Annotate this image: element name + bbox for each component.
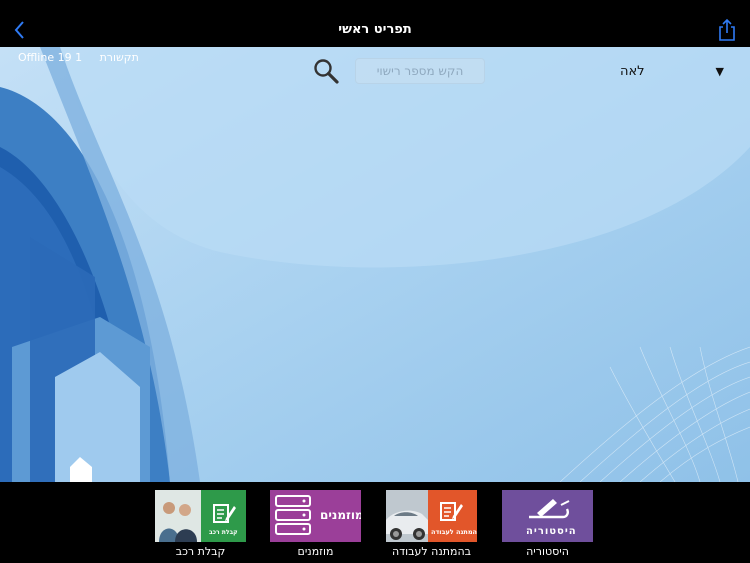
offline-status: Offline 19 1	[18, 51, 83, 64]
navigation-bar: תפריט ראשי	[0, 0, 750, 47]
people-photo-icon	[155, 490, 201, 542]
tile-inner-caption: היסטוריה	[526, 526, 577, 537]
invited-image: מוזמנים	[270, 490, 361, 542]
tile-waiting-for-work[interactable]: בהמתנה לעבודה בהמתנה לעבודה	[386, 490, 477, 558]
edit-form-icon	[213, 504, 236, 523]
tile-label: קבלת רכב	[175, 545, 226, 558]
tile-vehicle-reception[interactable]: קבלת רכב קבלת רכב	[155, 490, 246, 558]
connection-status: תקשורת	[99, 51, 139, 64]
main-area: Offline 19 1 תקשורת לאה ▼	[0, 47, 750, 482]
edit-form-icon	[440, 502, 463, 521]
bottom-toolbar: קבלת רכב קבלת רכב מוזמנים מוזמנים בהמתנה…	[0, 482, 750, 563]
vehicle-reception-image: קבלת רכב	[155, 490, 246, 542]
tile-inner-caption: מוזמנים	[320, 508, 361, 522]
tile-history[interactable]: היסטוריה היסטוריה	[502, 490, 593, 558]
status-indicator: Offline 19 1 תקשורת	[18, 51, 139, 64]
tile-invited[interactable]: מוזמנים מוזמנים	[270, 490, 361, 558]
history-edit-icon	[529, 499, 570, 519]
tile-label: היסטוריה	[526, 545, 569, 558]
server-list-icon	[275, 495, 311, 535]
search-button[interactable]	[312, 57, 340, 85]
license-plate-search-input[interactable]	[355, 58, 485, 84]
search-icon	[314, 59, 339, 84]
tile-label: מוזמנים	[297, 545, 334, 558]
share-button[interactable]	[716, 18, 738, 42]
dropdown-selected-value: לאה	[620, 64, 645, 79]
background-graphic	[0, 47, 750, 482]
user-select-dropdown[interactable]: לאה ▼	[600, 63, 726, 83]
car-photo-icon	[386, 490, 428, 542]
history-image: היסטוריה	[502, 490, 593, 542]
caret-down-icon: ▼	[715, 65, 724, 78]
page-title: תפריט ראשי	[338, 22, 412, 37]
waiting-for-work-image: בהמתנה לעבודה	[386, 490, 477, 542]
tile-inner-caption: בהמתנה לעבודה	[431, 528, 477, 536]
share-icon	[719, 18, 735, 41]
tile-label: בהמתנה לעבודה	[391, 545, 472, 558]
tile-inner-caption: קבלת רכב	[209, 529, 238, 536]
